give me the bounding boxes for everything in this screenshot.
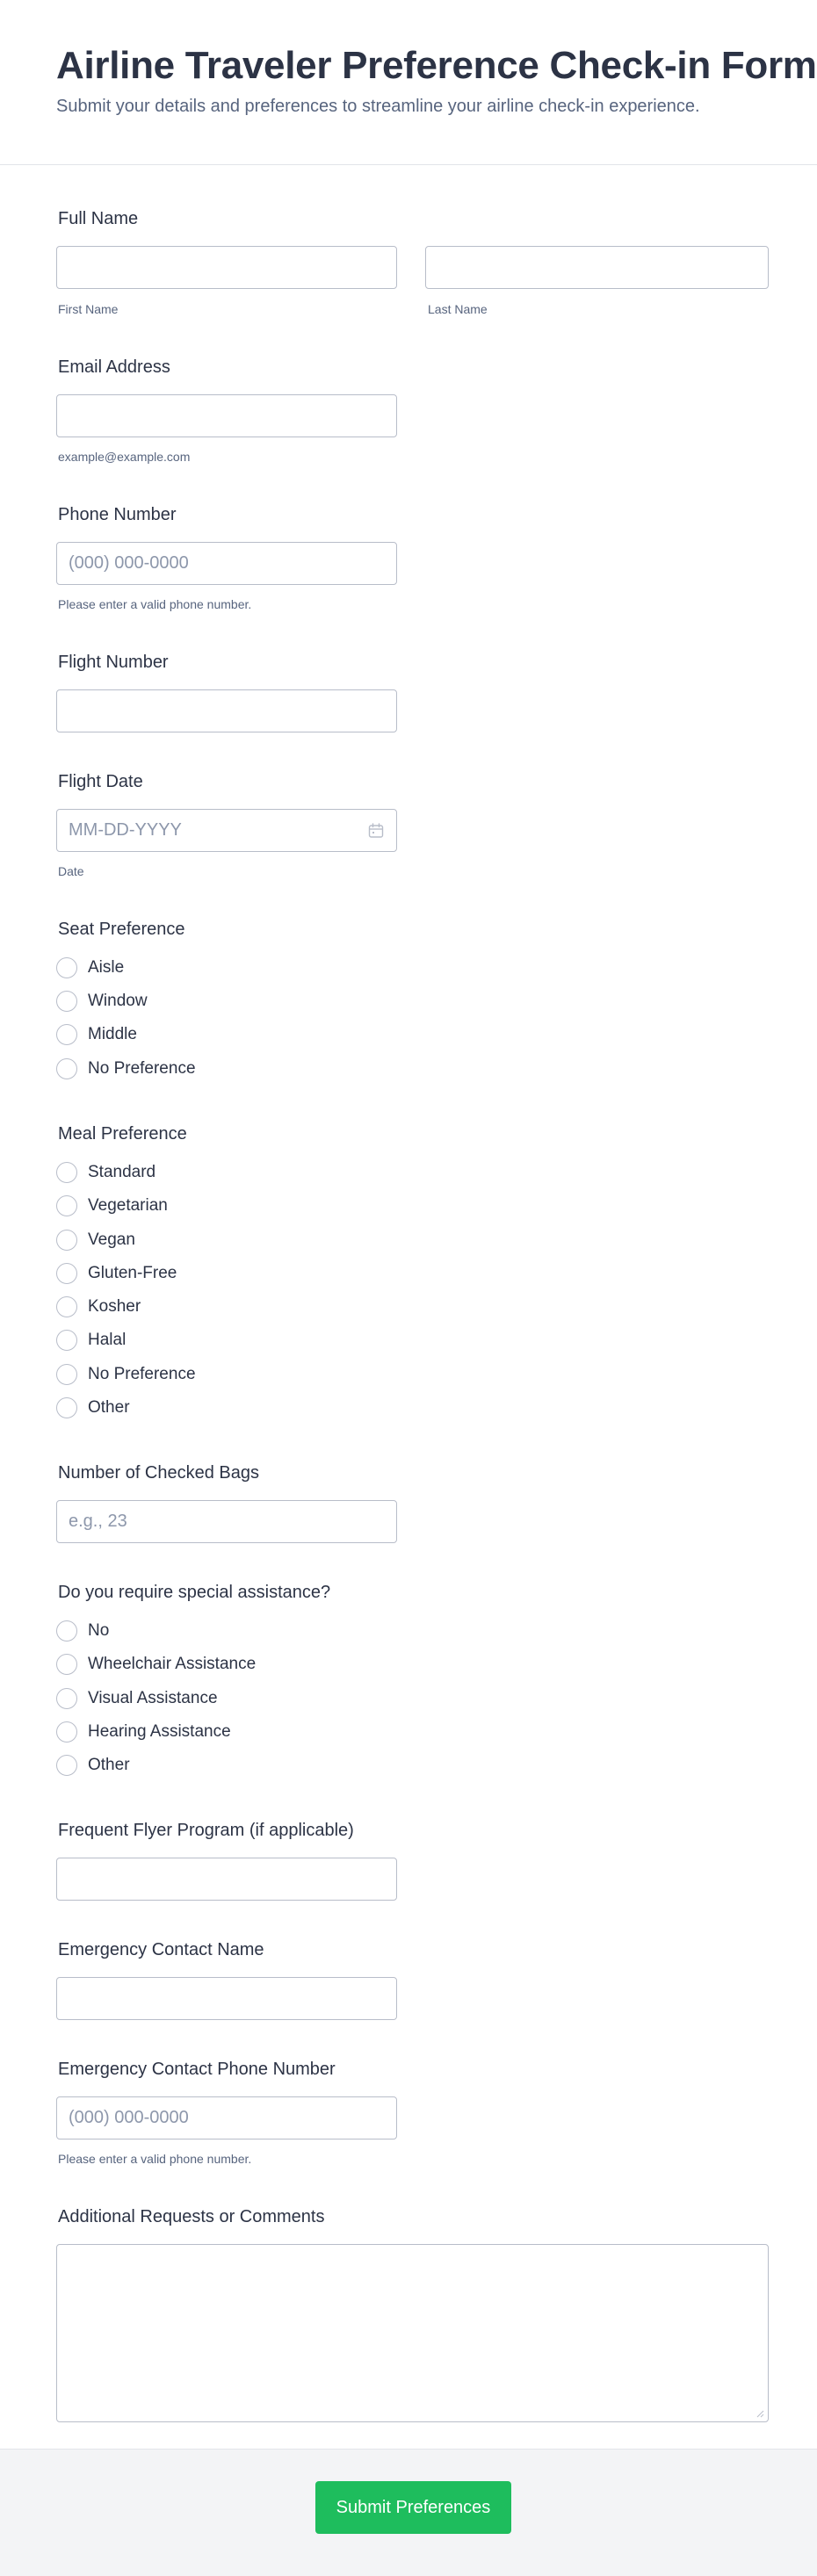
- radio-button[interactable]: [56, 1230, 77, 1251]
- radio-button[interactable]: [56, 1263, 77, 1284]
- first-name-sublabel: First Name: [58, 302, 119, 316]
- meal-option-standard[interactable]: Standard: [56, 1160, 155, 1185]
- email-input[interactable]: [56, 394, 397, 437]
- radio-label: Other: [88, 1398, 130, 1417]
- flight-date-input[interactable]: [56, 809, 397, 852]
- radio-label: Standard: [88, 1163, 156, 1181]
- radio-label: Vegan: [88, 1230, 135, 1249]
- first-name-input[interactable]: [56, 246, 397, 289]
- radio-label: Vegetarian: [88, 1196, 168, 1215]
- checked-bags-input[interactable]: [56, 1500, 397, 1543]
- radio-button[interactable]: [56, 1654, 77, 1675]
- radio-label: Middle: [88, 1025, 137, 1043]
- special-assistance-label: Do you require special assistance?: [58, 1583, 331, 1602]
- calendar-icon[interactable]: [367, 822, 385, 840]
- radio-label: Kosher: [88, 1297, 141, 1316]
- emergency-name-label: Emergency Contact Name: [58, 1940, 264, 1959]
- meal-option-other[interactable]: Other: [56, 1396, 130, 1420]
- meal-option-kosher[interactable]: Kosher: [56, 1295, 141, 1319]
- seat-option-aisle[interactable]: Aisle: [56, 956, 124, 980]
- seat-preference-label: Seat Preference: [58, 920, 185, 939]
- radio-button[interactable]: [56, 1364, 77, 1385]
- form-subtitle: Submit your details and preferences to s…: [56, 97, 700, 116]
- radio-button[interactable]: [56, 991, 77, 1012]
- email-label: Email Address: [58, 357, 170, 377]
- seat-option-window[interactable]: Window: [56, 989, 148, 1014]
- radio-button[interactable]: [56, 1688, 77, 1709]
- radio-button[interactable]: [56, 1755, 77, 1776]
- seat-option-middle[interactable]: Middle: [56, 1022, 137, 1047]
- radio-label: No: [88, 1621, 110, 1640]
- assistance-option-hearing[interactable]: Hearing Assistance: [56, 1720, 231, 1744]
- radio-label: Visual Assistance: [88, 1689, 218, 1707]
- flight-number-label: Flight Number: [58, 653, 169, 672]
- frequent-flyer-input[interactable]: [56, 1858, 397, 1901]
- emergency-phone-sublabel: Please enter a valid phone number.: [58, 2152, 252, 2166]
- radio-button[interactable]: [56, 1195, 77, 1216]
- form-title: Airline Traveler Preference Check-in For…: [56, 44, 817, 87]
- radio-label: Halal: [88, 1331, 127, 1349]
- email-sublabel: example@example.com: [58, 450, 191, 464]
- radio-button[interactable]: [56, 1296, 77, 1317]
- frequent-flyer-label: Frequent Flyer Program (if applicable): [58, 1821, 354, 1840]
- radio-button[interactable]: [56, 1397, 77, 1418]
- radio-button[interactable]: [56, 957, 77, 978]
- radio-label: Gluten-Free: [88, 1264, 177, 1282]
- radio-button[interactable]: [56, 1330, 77, 1351]
- radio-label: Aisle: [88, 958, 125, 977]
- radio-label: Hearing Assistance: [88, 1722, 231, 1741]
- radio-label: Wheelchair Assistance: [88, 1655, 257, 1673]
- phone-sublabel: Please enter a valid phone number.: [58, 597, 252, 611]
- checked-bags-label: Number of Checked Bags: [58, 1463, 260, 1483]
- meal-option-gluten-free[interactable]: Gluten-Free: [56, 1261, 177, 1286]
- radio-button[interactable]: [56, 1058, 77, 1079]
- comments-label: Additional Requests or Comments: [58, 2207, 325, 2226]
- assistance-option-other[interactable]: Other: [56, 1753, 130, 1778]
- assistance-option-visual[interactable]: Visual Assistance: [56, 1686, 218, 1711]
- flight-date-label: Flight Date: [58, 772, 143, 791]
- radio-label: No Preference: [88, 1059, 196, 1078]
- submit-button[interactable]: Submit Preferences: [315, 2481, 511, 2534]
- last-name-sublabel: Last Name: [428, 302, 488, 316]
- resize-handle-icon[interactable]: [756, 2409, 764, 2418]
- assistance-option-wheelchair[interactable]: Wheelchair Assistance: [56, 1652, 256, 1677]
- form-header: Airline Traveler Preference Check-in For…: [0, 0, 817, 165]
- meal-option-no-preference[interactable]: No Preference: [56, 1362, 196, 1387]
- full-name-label: Full Name: [58, 209, 139, 228]
- radio-label: Other: [88, 1756, 130, 1774]
- phone-label: Phone Number: [58, 505, 177, 524]
- phone-input[interactable]: [56, 542, 397, 585]
- radio-button[interactable]: [56, 1620, 77, 1642]
- radio-button[interactable]: [56, 1721, 77, 1743]
- seat-option-no-preference[interactable]: No Preference: [56, 1057, 196, 1081]
- radio-button[interactable]: [56, 1024, 77, 1045]
- comments-textarea[interactable]: [56, 2244, 769, 2422]
- emergency-phone-label: Emergency Contact Phone Number: [58, 2060, 336, 2079]
- radio-label: No Preference: [88, 1365, 196, 1383]
- flight-number-input[interactable]: [56, 689, 397, 732]
- flight-date-sublabel: Date: [58, 864, 84, 878]
- emergency-phone-input[interactable]: [56, 2096, 397, 2139]
- meal-option-halal[interactable]: Halal: [56, 1328, 126, 1353]
- meal-option-vegetarian[interactable]: Vegetarian: [56, 1194, 168, 1218]
- assistance-option-no[interactable]: No: [56, 1619, 109, 1643]
- radio-button[interactable]: [56, 1162, 77, 1183]
- radio-label: Window: [88, 992, 148, 1010]
- emergency-name-input[interactable]: [56, 1977, 397, 2020]
- meal-preference-label: Meal Preference: [58, 1124, 187, 1144]
- last-name-input[interactable]: [425, 246, 769, 289]
- meal-option-vegan[interactable]: Vegan: [56, 1228, 135, 1252]
